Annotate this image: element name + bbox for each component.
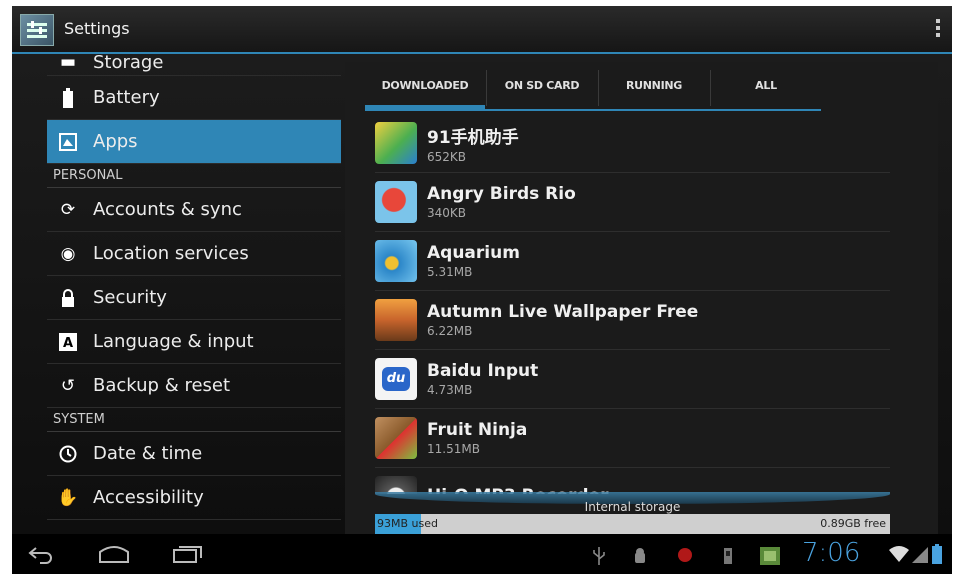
app-name: Angry Birds Rio <box>427 184 576 204</box>
sidebar-item-battery[interactable]: Battery <box>47 76 341 120</box>
sidebar-item-language-input[interactable]: A Language & input <box>47 320 341 364</box>
list-item[interactable]: Aquarium 5.31MB <box>375 232 890 291</box>
storage-used-label: 93MB used <box>377 517 438 530</box>
sd-card-icon[interactable] <box>722 547 734 569</box>
tablet-screen: Settings ▬ Storage Battery Apps PERSONAL… <box>12 6 952 574</box>
app-size: 652KB <box>427 149 467 164</box>
sidebar-item-label: Location services <box>93 243 249 264</box>
language-icon: A <box>57 331 79 353</box>
action-bar: Settings <box>12 6 952 54</box>
settings-content: ▬ Storage Battery Apps PERSONAL ⟳ Accoun… <box>12 54 952 534</box>
app-notification-icon[interactable] <box>760 547 780 569</box>
app-size: 11.51MB <box>427 442 480 456</box>
tab-downloaded[interactable]: DOWNLOADED <box>365 62 485 108</box>
storage-track: 93MB used 0.89GB free <box>375 514 890 534</box>
clock-icon <box>57 443 79 465</box>
wifi-icon[interactable] <box>888 545 910 567</box>
storage-free-label: 0.89GB free <box>820 517 886 530</box>
signal-icon[interactable] <box>912 545 928 567</box>
lock-icon <box>57 287 79 309</box>
app-size: 340KB <box>427 206 467 220</box>
sidebar-item-label: Storage <box>93 54 164 73</box>
tab-underline <box>365 109 821 111</box>
aquarium-icon <box>375 240 417 282</box>
91-assistant-icon <box>375 122 417 164</box>
location-icon: ◉ <box>60 243 76 264</box>
status-clock[interactable]: 7:06 <box>802 538 860 568</box>
sidebar-item-label: Security <box>93 287 167 308</box>
app-name: Aquarium <box>427 243 520 263</box>
backup-icon: ↺ <box>60 375 76 396</box>
sidebar-item-label: Backup & reset <box>93 375 231 396</box>
list-item[interactable]: Autumn Live Wallpaper Free 6.22MB <box>375 291 890 350</box>
fruit-ninja-icon <box>375 417 417 459</box>
apps-tab-bar: DOWNLOADED ON SD CARD RUNNING ALL <box>365 62 821 111</box>
page-title: Settings <box>64 19 130 38</box>
tab-running[interactable]: RUNNING <box>599 62 709 108</box>
sidebar-item-label: Apps <box>93 131 138 152</box>
app-name: Fruit Ninja <box>427 420 528 440</box>
sidebar-item-accessibility[interactable]: ✋ Accessibility <box>47 476 341 520</box>
app-name: 91手机助手 <box>427 127 519 148</box>
angry-birds-icon <box>375 181 417 223</box>
sidebar-item-storage[interactable]: ▬ Storage <box>47 54 341 76</box>
sidebar-item-security[interactable]: Security <box>47 276 341 320</box>
tab-all[interactable]: ALL <box>711 62 821 108</box>
list-item[interactable]: 91手机助手 652KB <box>375 114 890 173</box>
sidebar-item-label: Date & time <box>93 443 203 464</box>
record-notification-icon[interactable] <box>677 547 693 567</box>
battery-icon <box>57 87 79 109</box>
sidebar-item-date-time[interactable]: Date & time <box>47 432 341 476</box>
svg-text:A: A <box>63 336 73 351</box>
settings-app-icon[interactable] <box>20 14 54 46</box>
system-bar: 7:06 <box>12 534 952 574</box>
sidebar-item-label: Accessibility <box>93 487 204 508</box>
apps-icon <box>57 131 79 153</box>
section-header-system: SYSTEM <box>47 408 341 432</box>
usb-icon[interactable] <box>592 547 606 569</box>
internal-storage-bar: Internal storage 93MB used 0.89GB free <box>375 492 890 534</box>
section-header-personal: PERSONAL <box>47 164 341 188</box>
sidebar-item-label: Accounts & sync <box>93 199 242 220</box>
app-name: Autumn Live Wallpaper Free <box>427 302 699 322</box>
app-size: 5.31MB <box>427 265 473 279</box>
sidebar-item-accounts-sync[interactable]: ⟳ Accounts & sync <box>47 188 341 232</box>
storage-title: Internal storage <box>584 500 681 514</box>
app-size: 4.73MB <box>427 383 473 397</box>
list-item[interactable]: Fruit Ninja 11.51MB <box>375 409 890 468</box>
selected-tab-indicator <box>365 105 485 109</box>
sidebar-item-label: Language & input <box>93 331 254 352</box>
sidebar-item-apps[interactable]: Apps <box>47 120 341 164</box>
recent-apps-button[interactable] <box>172 544 204 568</box>
sidebar-item-backup-reset[interactable]: ↺ Backup & reset <box>47 364 341 408</box>
app-list[interactable]: 91手机助手 652KB Angry Birds Rio 340KB Aquariu… <box>375 114 890 494</box>
baidu-input-icon: du <box>375 358 417 400</box>
home-button[interactable] <box>97 544 131 568</box>
sync-icon: ⟳ <box>60 199 76 220</box>
list-item[interactable]: Hi-Q MP3 Recorder <box>375 468 890 494</box>
app-size: 6.22MB <box>427 324 473 338</box>
list-item[interactable]: du Baidu Input 4.73MB <box>375 350 890 409</box>
overflow-menu-icon[interactable] <box>930 16 946 42</box>
hand-icon: ✋ <box>57 487 79 508</box>
battery-status-icon[interactable] <box>932 544 942 568</box>
back-button[interactable] <box>26 544 56 568</box>
list-item[interactable]: Angry Birds Rio 340KB <box>375 173 890 232</box>
app-name: Baidu Input <box>427 361 539 381</box>
storage-icon: ▬ <box>59 54 77 72</box>
apps-panel: DOWNLOADED ON SD CARD RUNNING ALL 91手机助手… <box>345 62 938 534</box>
autumn-wallpaper-icon <box>375 299 417 341</box>
debug-android-icon[interactable] <box>632 547 648 569</box>
sidebar-item-location-services[interactable]: ◉ Location services <box>47 232 341 276</box>
tab-on-sd-card[interactable]: ON SD CARD <box>487 62 597 108</box>
sidebar-item-label: Battery <box>93 87 160 108</box>
settings-sidebar[interactable]: ▬ Storage Battery Apps PERSONAL ⟳ Accoun… <box>47 54 341 534</box>
